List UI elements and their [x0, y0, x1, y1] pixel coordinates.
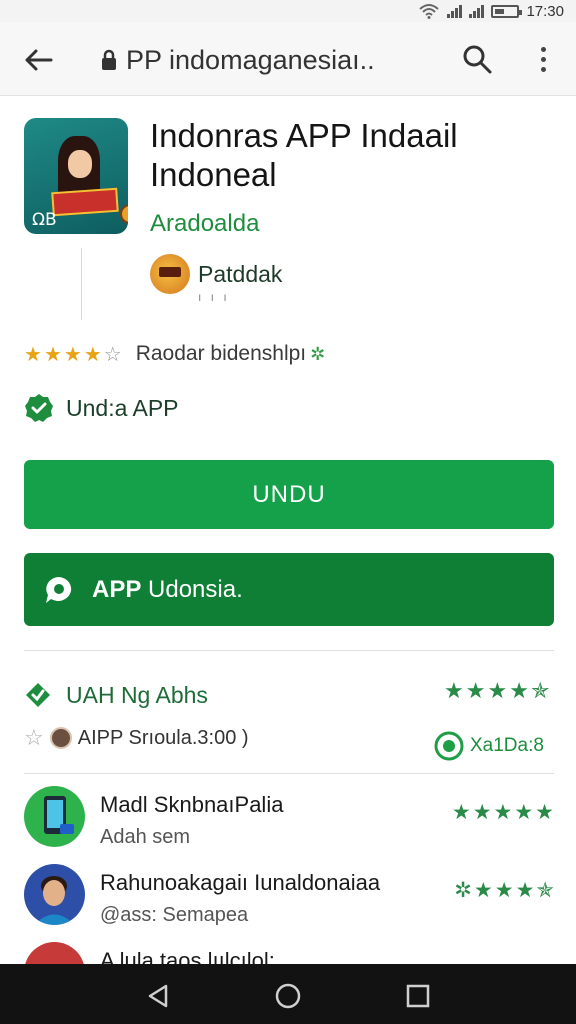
list-item-stars: ✲ ★ ★ ★ ✯ [454, 878, 554, 902]
triangle-back-icon [148, 984, 168, 1008]
rating-text: Raodar bidenshlpı [135, 342, 307, 365]
url-text: PP indomaganesiaı.. [126, 44, 375, 75]
back-button[interactable] [20, 42, 56, 78]
avatar [24, 864, 85, 925]
status-time: 17:30 [526, 2, 564, 20]
nav-back-button[interactable] [144, 982, 172, 1010]
more-options-button[interactable] [528, 42, 558, 76]
install-button-label: UNDU [252, 480, 326, 508]
reviews-count[interactable]: Xa1Da:8 [434, 730, 544, 762]
star-half-icon: ★ [83, 342, 102, 366]
reviews-rating-stars: ★ ★ ★ ★ ✯ [444, 679, 550, 704]
list-item[interactable]: Madl SknbnaıPalia Adah sem ★ ★ ★ ★ ★ [24, 786, 554, 854]
signal-icon-2 [469, 4, 485, 18]
search-button[interactable] [460, 42, 494, 76]
badge-row[interactable]: Patddak [150, 254, 282, 294]
status-bar: 17:30 [0, 0, 576, 22]
reviews-subtitle-row: ☆ AIPP Srıoula.3:00 ) [24, 722, 249, 754]
list-item-sub: @ass: Semapea [100, 904, 249, 926]
app-title: Indonras APP Indaail Indoneal [150, 117, 458, 193]
open-app-button[interactable]: APP Udonsia. [24, 553, 554, 626]
open-app-label: APP Udonsia. [92, 575, 243, 603]
rating-row: ★ ★ ★ ★ ☆ Raodar bidenshlpı ✲ [24, 340, 325, 368]
refresh-icon [434, 731, 464, 761]
install-button[interactable]: UNDU [24, 460, 554, 529]
star-icon: ★ [43, 342, 62, 366]
search-icon [463, 45, 492, 74]
reviews-count-label: Xa1Da:8 [470, 735, 544, 756]
list-item-name: Rahunoakagaiı Iunaldonaiaa [100, 870, 381, 895]
more-vert-icon [540, 46, 546, 52]
app-icon: ΩB [24, 118, 128, 234]
verified-label: Und:a APP [66, 394, 179, 421]
rating-stars: ★ ★ ★ ★ ☆ [24, 344, 122, 364]
reviews-title: UAH Ng Abhs [66, 681, 208, 708]
list-item[interactable]: Rahunoakagaiı Iunaldonaiaa @ass: Semapea… [24, 864, 554, 932]
divider [81, 248, 82, 320]
square-recents-icon [406, 984, 430, 1008]
circle-home-icon [275, 983, 301, 1009]
rating-badge-icon: ✲ [310, 343, 326, 365]
system-nav-bar [0, 964, 576, 1024]
developer-link[interactable]: Aradoalda [150, 210, 259, 238]
battery-icon [491, 4, 523, 18]
star-icon: ★ [63, 342, 82, 366]
arrow-back-icon [25, 49, 53, 71]
browser-toolbar: PP indomaganesiaı.. [0, 22, 576, 96]
signal-icon [447, 4, 463, 18]
list-item-sub: Adah sem [100, 826, 191, 848]
status-icons: 17:30 [418, 2, 564, 20]
nav-home-button[interactable] [274, 982, 302, 1010]
star-empty-icon: ☆ [103, 342, 122, 366]
section-divider [24, 650, 554, 651]
star-empty-icon: ☆ [24, 725, 44, 751]
lock-icon [102, 49, 116, 70]
verified-check-icon [25, 394, 53, 422]
chat-bubble-icon [46, 576, 72, 603]
nav-recents-button[interactable] [404, 982, 432, 1010]
verified-row: Und:a APP [24, 390, 179, 426]
reviews-header[interactable]: UAH Ng Abhs [24, 680, 208, 710]
list-item-name: Madl SknbnaıPalia [100, 792, 284, 817]
address-bar[interactable]: PP indomaganesiaı.. [100, 42, 420, 78]
wifi-icon [419, 4, 440, 19]
list-item-stars: ★ ★ ★ ★ ★ [451, 800, 554, 824]
star-icon: ★ [24, 342, 42, 366]
badge-image [150, 254, 190, 294]
tag-icon [26, 683, 50, 707]
section-divider [24, 773, 554, 774]
badge-subtext: ı ı ı [198, 290, 230, 304]
avatar [49, 727, 72, 749]
avatar [24, 786, 85, 847]
reviews-subtitle: AIPP Srıoula.3:00 ) [77, 726, 249, 749]
badge-label: Patddak [198, 260, 283, 287]
